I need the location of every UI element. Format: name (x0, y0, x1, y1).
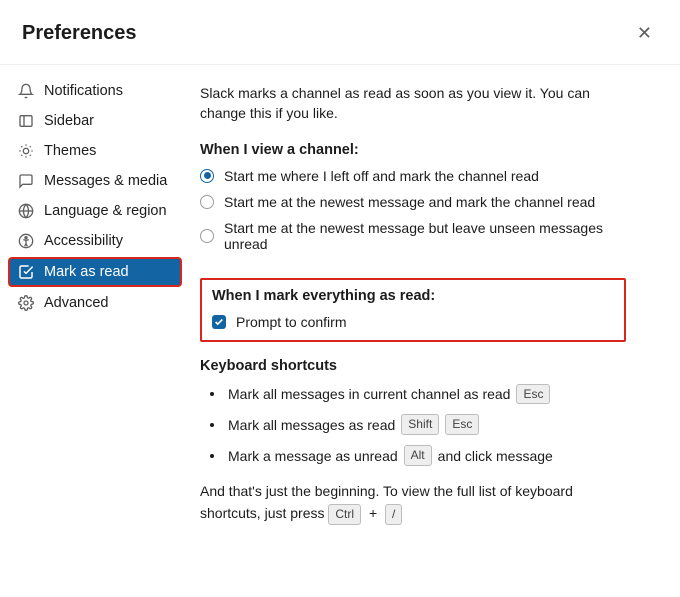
bell-icon (18, 83, 34, 99)
radio-icon (200, 195, 214, 209)
sidebar-item-mark-as-read[interactable]: Mark as read (8, 257, 182, 287)
check-square-icon (18, 264, 34, 280)
shortcuts-title: Keyboard shortcuts (200, 358, 626, 374)
radio-label: Start me at the newest message but leave… (224, 220, 626, 252)
sidebar-item-label: Advanced (44, 295, 109, 311)
globe-icon (18, 203, 34, 219)
key-esc: Esc (516, 384, 550, 405)
radio-option-newest-mark[interactable]: Start me at the newest message and mark … (200, 194, 626, 210)
close-icon: ✕ (637, 23, 652, 43)
sidebar-item-themes[interactable]: Themes (8, 137, 182, 165)
view-channel-title: When I view a channel: (200, 142, 626, 158)
mark-everything-highlight: When I mark everything as read: Prompt t… (200, 278, 626, 342)
sidebar-item-label: Sidebar (44, 113, 94, 129)
layout-icon (18, 113, 34, 129)
radio-label: Start me where I left off and mark the c… (224, 168, 539, 184)
radio-icon (200, 169, 214, 183)
key-ctrl: Ctrl (328, 504, 361, 525)
gear-icon (18, 295, 34, 311)
close-button[interactable]: ✕ (633, 20, 656, 46)
sidebar-item-label: Notifications (44, 83, 123, 99)
footer-text: And that's just the beginning. To view t… (200, 480, 626, 525)
page-title: Preferences (22, 22, 137, 45)
key-alt: Alt (404, 445, 432, 466)
intro-text: Slack marks a channel as read as soon as… (200, 83, 626, 124)
bullet-icon (210, 392, 214, 396)
message-icon (18, 173, 34, 189)
plus-separator: + (369, 505, 377, 521)
checkbox-checked-icon (212, 315, 226, 329)
shortcut-text: Mark all messages in current channel as … (228, 386, 510, 402)
sidebar-item-language-region[interactable]: Language & region (8, 197, 182, 225)
sidebar-item-notifications[interactable]: Notifications (8, 77, 182, 105)
shortcut-text: Mark a message as unread (228, 448, 398, 464)
sidebar-item-label: Language & region (44, 203, 167, 219)
key-esc: Esc (445, 414, 479, 435)
sidebar-item-sidebar[interactable]: Sidebar (8, 107, 182, 135)
shortcut-row: Mark a message as unread Alt and click m… (204, 445, 626, 466)
prompt-confirm-checkbox[interactable]: Prompt to confirm (212, 314, 614, 330)
sidebar-item-label: Accessibility (44, 233, 123, 249)
sidebar-item-messages-media[interactable]: Messages & media (8, 167, 182, 195)
checkbox-label: Prompt to confirm (236, 314, 346, 330)
key-shift: Shift (401, 414, 439, 435)
shortcut-row: Mark all messages as read Shift Esc (204, 414, 626, 435)
radio-option-newest-unread[interactable]: Start me at the newest message but leave… (200, 220, 626, 252)
sidebar-item-label: Messages & media (44, 173, 167, 189)
accessibility-icon (18, 233, 34, 249)
sidebar-item-accessibility[interactable]: Accessibility (8, 227, 182, 255)
radio-icon (200, 229, 214, 243)
sun-icon (18, 143, 34, 159)
shortcut-row: Mark all messages in current channel as … (204, 384, 626, 405)
sidebar-item-label: Mark as read (44, 264, 129, 280)
bullet-icon (210, 423, 214, 427)
shortcut-text: Mark all messages as read (228, 417, 395, 433)
shortcut-text-after: and click message (438, 448, 553, 464)
sidebar: Notifications Sidebar Themes Messages & … (0, 65, 190, 549)
radio-option-left-off[interactable]: Start me where I left off and mark the c… (200, 168, 626, 184)
mark-everything-title: When I mark everything as read: (212, 288, 614, 304)
key-slash: / (385, 504, 402, 525)
content-pane: Slack marks a channel as read as soon as… (190, 65, 650, 549)
radio-label: Start me at the newest message and mark … (224, 194, 595, 210)
sidebar-item-label: Themes (44, 143, 96, 159)
sidebar-item-advanced[interactable]: Advanced (8, 289, 182, 317)
bullet-icon (210, 454, 214, 458)
